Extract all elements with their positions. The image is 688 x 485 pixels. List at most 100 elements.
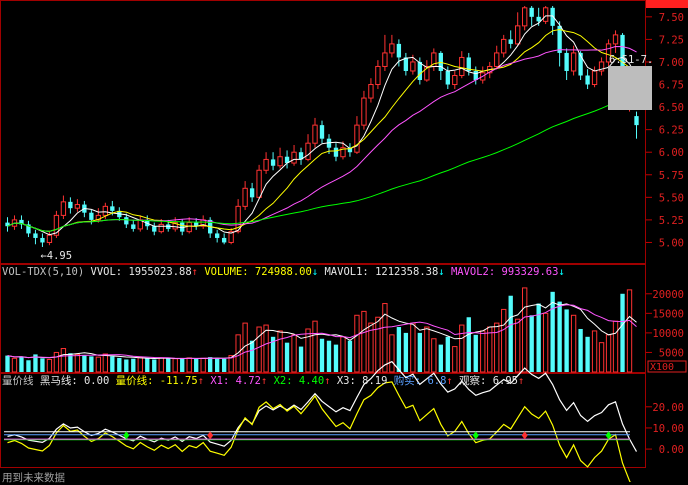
volume-tick-label: 15000: [652, 308, 684, 320]
volume-bar: [487, 326, 493, 373]
mavol2-label: MAVOL2:: [450, 266, 496, 278]
volume-bar: [557, 301, 562, 372]
vvol-label: VVOL:: [90, 266, 123, 278]
candle-body: [305, 142, 311, 160]
volume-bar: [319, 338, 325, 372]
volume-bar: [249, 340, 255, 372]
volume-bar: [564, 309, 569, 372]
candle-body: [368, 84, 374, 99]
volume-bar: [158, 357, 164, 373]
low-annotation: ←4.95: [40, 250, 72, 262]
volume-bar: [431, 338, 437, 373]
ljx-label: 量价线:: [115, 375, 154, 387]
candle-body: [46, 234, 53, 243]
candle-body: [529, 7, 534, 17]
volume-bar: [82, 355, 87, 372]
volume-bar: [40, 358, 45, 372]
x2-value: 4.40: [298, 375, 325, 387]
indicator-tick-label: 0.00: [659, 444, 684, 456]
volume-bar: [312, 320, 318, 373]
candle-body: [186, 222, 192, 233]
volume-bar: [277, 330, 283, 373]
volume-bar: [494, 322, 500, 373]
candle-body: [242, 187, 248, 207]
volume-bar: [501, 308, 507, 373]
candle-body: [389, 43, 395, 54]
volume-bar: [612, 320, 619, 373]
volume-bar: [26, 360, 31, 372]
volume-bar: [102, 353, 109, 373]
candle-body: [452, 74, 458, 86]
observe-value: 6.95: [492, 375, 519, 387]
volume-bar: [5, 355, 10, 372]
candle-body: [270, 159, 276, 166]
candle-body: [291, 151, 297, 164]
candle-body: [522, 7, 528, 27]
price-tick-label: 5.00: [659, 237, 684, 249]
x1-value: 4.72: [235, 375, 261, 387]
candle-body: [40, 237, 45, 243]
candle-body: [152, 226, 157, 232]
volume-bar: [284, 342, 290, 372]
volume-bar: [333, 344, 339, 372]
volume-bar: [137, 356, 143, 373]
candle-body: [585, 75, 590, 85]
price-tick-label: 7.00: [659, 57, 684, 69]
candle-body: [354, 124, 360, 153]
x4-label: 购买:: [393, 375, 422, 387]
price-tick-label: 6.50: [659, 102, 684, 114]
volume-bar: [186, 357, 192, 373]
candle-body: [382, 52, 388, 67]
volume-bar: [11, 357, 18, 373]
price-tick-label: 6.75: [659, 80, 684, 92]
volume-bar: [375, 316, 381, 373]
volume-bar: [522, 287, 528, 373]
volume-bar: [515, 318, 521, 373]
candle-body: [494, 52, 500, 67]
volume-bar: [194, 358, 199, 372]
mavol2-value: 993329.63: [501, 266, 559, 278]
volume-bar: [585, 336, 590, 372]
candle-body: [396, 43, 402, 58]
volume-bar: [74, 353, 81, 373]
candle-body: [445, 70, 450, 85]
candle-body: [570, 52, 577, 72]
volume-bar: [340, 336, 346, 373]
volume-unit-label: X100: [650, 362, 674, 373]
candle-body: [550, 7, 555, 26]
price-tick-label: 6.25: [659, 125, 684, 137]
candle-body: [536, 16, 541, 22]
volume-bar: [208, 357, 213, 372]
candle-body: [319, 125, 325, 139]
x3-label: X3:: [336, 375, 356, 387]
footer-note: 用到未来数据: [2, 472, 65, 484]
volume-bar: [620, 293, 625, 372]
price-tick-label: 5.75: [659, 170, 684, 182]
volume-tick-label: 5000: [659, 347, 684, 359]
volume-bar: [53, 351, 60, 373]
candle-body: [612, 34, 619, 45]
indicator-title: 量价线: [2, 375, 34, 387]
candle-body: [102, 205, 109, 216]
observe-label: 观察:: [459, 375, 487, 387]
volume-header: VOL-TDX(5,10) VVOL: 1955023.88↑ VOLUME: …: [2, 266, 565, 278]
volume-bar: [508, 295, 513, 372]
signal-marker: [207, 431, 214, 440]
volume-bar: [626, 289, 633, 373]
price-tick-label: 5.50: [659, 192, 684, 204]
candle-body: [564, 52, 569, 71]
volume-bar: [95, 356, 102, 373]
candle-body: [634, 116, 639, 126]
volume-bar: [256, 326, 262, 373]
indicator-tick-label: 10.00: [652, 423, 684, 435]
volume-bar: [131, 358, 136, 372]
volume-bar: [117, 357, 122, 372]
volume-bar: [200, 357, 206, 373]
volume-bar: [19, 356, 24, 372]
signal-marker: [521, 431, 528, 440]
candle-body: [124, 217, 129, 225]
indicator-tick-label: 20.00: [652, 402, 684, 414]
volume-bar: [172, 358, 178, 373]
candle-body: [417, 61, 423, 81]
volume-bar: [166, 358, 171, 372]
